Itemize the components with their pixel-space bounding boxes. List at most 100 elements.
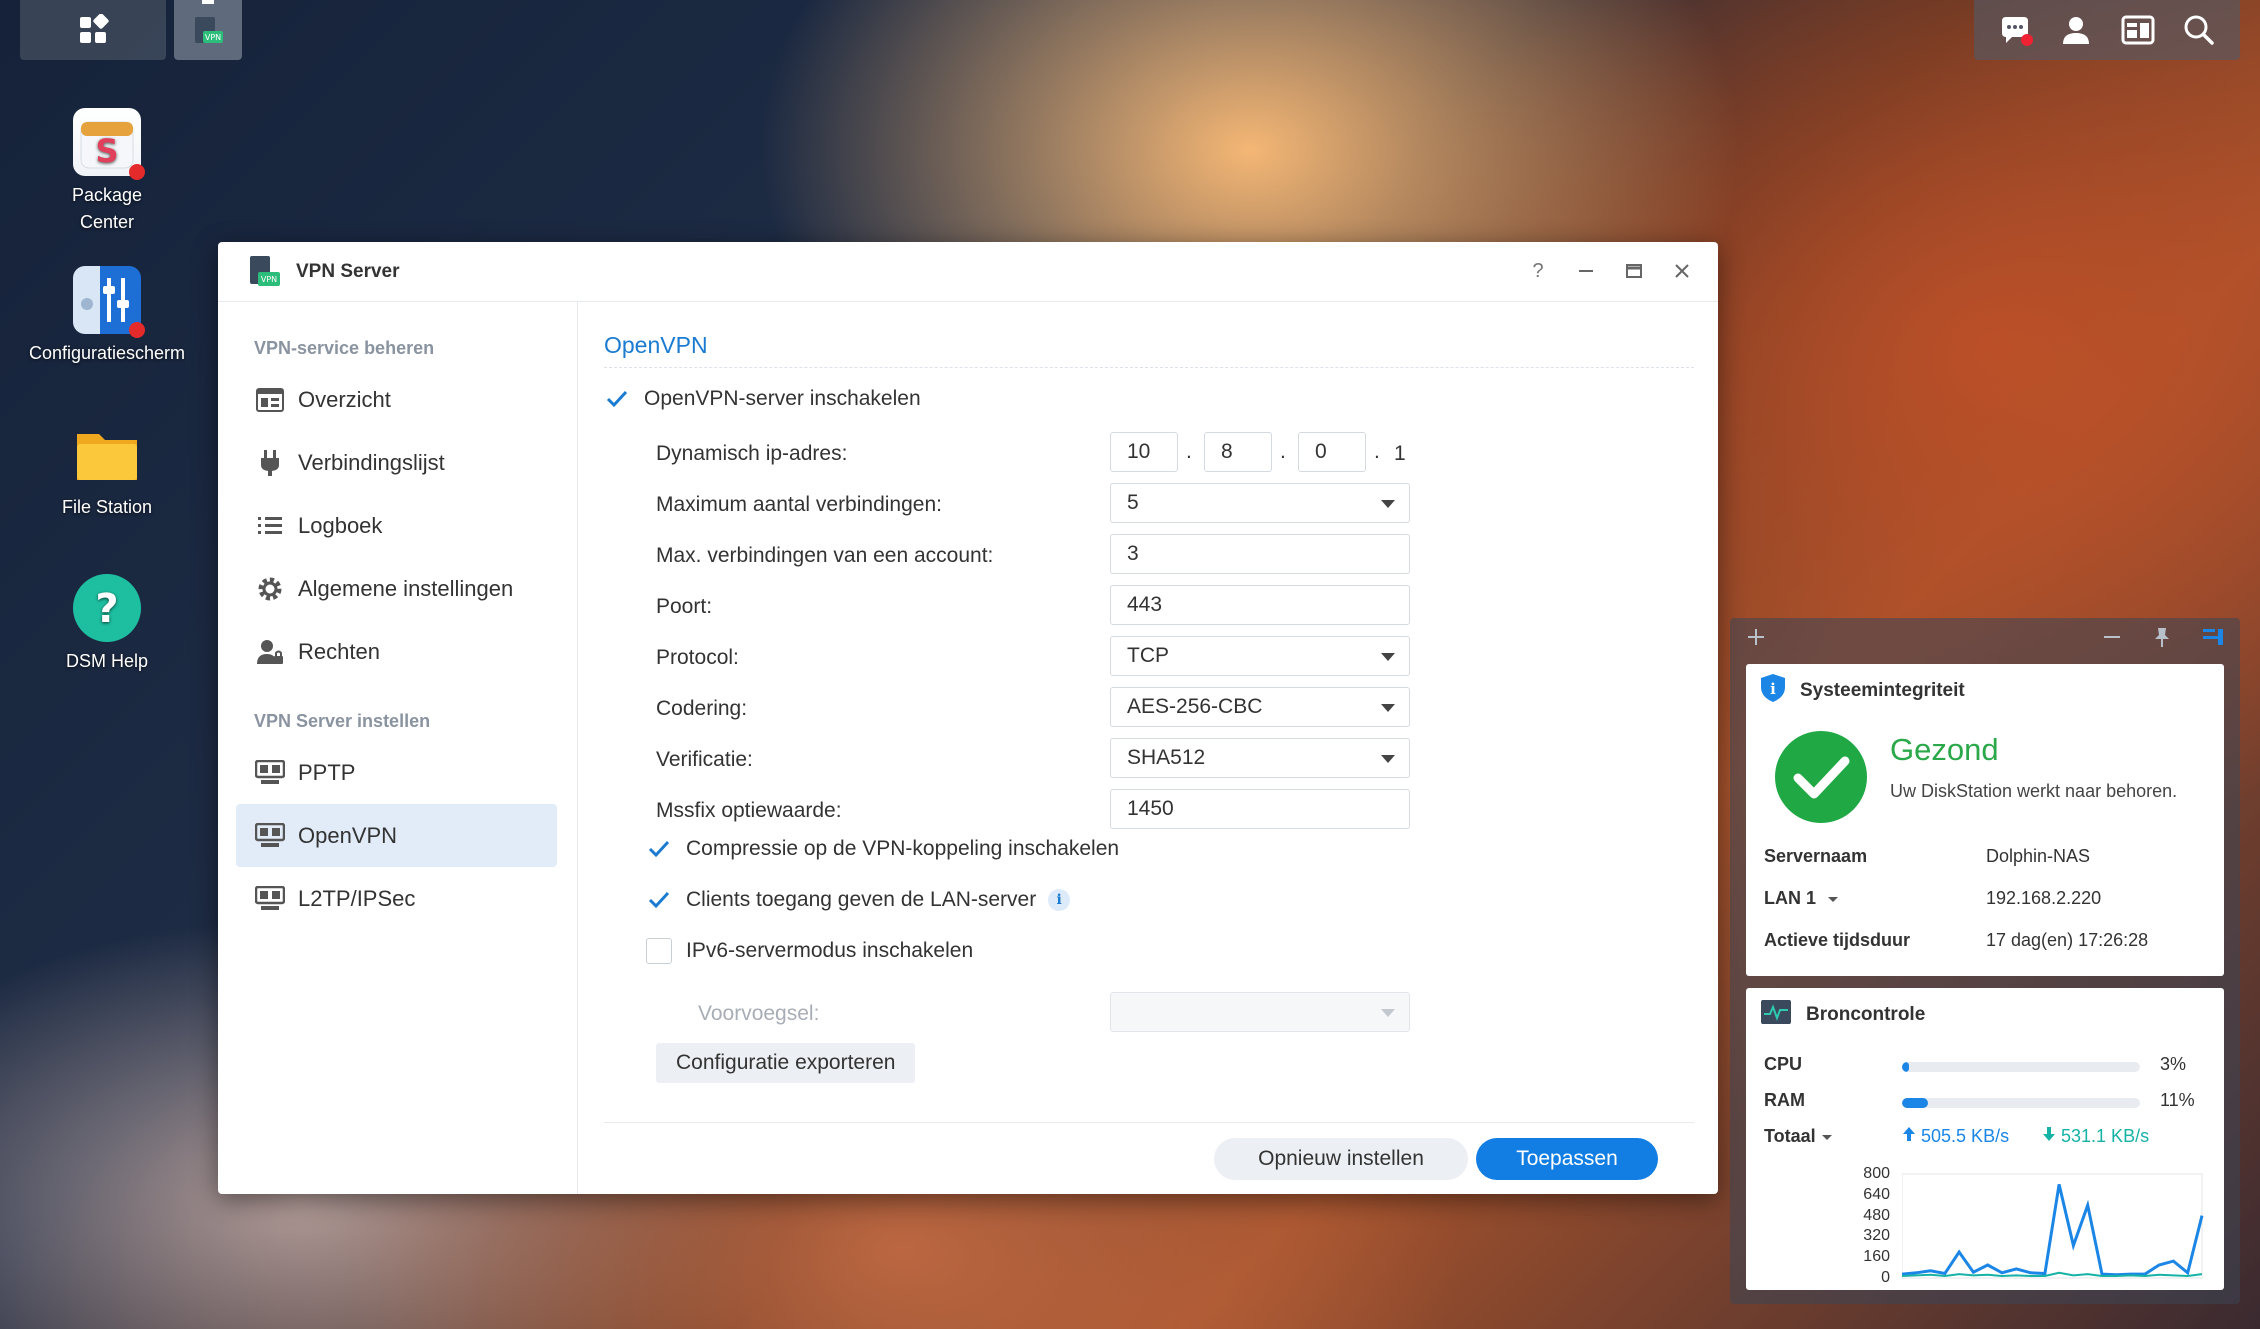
desktop-configuratiescherm[interactable]: Configuratiescherm [0, 266, 214, 367]
encoding-label: Codering: [656, 697, 748, 720]
maximize-button[interactable] [1622, 256, 1646, 286]
lan-access-checkbox[interactable] [646, 887, 672, 913]
sidebar-item-verbindingslijst[interactable]: Verbindingslijst [236, 431, 557, 494]
uptime-row: Actieve tijdsduur 17 dag(en) 17:26:28 [1764, 930, 2148, 951]
apply-button[interactable]: Toepassen [1476, 1138, 1658, 1180]
enable-openvpn-row[interactable]: OpenVPN-server inschakelen [604, 386, 921, 412]
taskbar-vpn-server-button[interactable]: VPN [174, 0, 242, 60]
package-center-icon: S [73, 108, 145, 180]
minimize-icon [2104, 636, 2120, 638]
gear-icon [254, 573, 286, 605]
info-shield-icon: i [1760, 673, 1786, 709]
sidebar-item-openvpn[interactable]: OpenVPN [236, 804, 557, 867]
plug-icon [254, 447, 286, 479]
overview-icon [254, 384, 286, 416]
sidebar-item-algemene-instellingen[interactable]: Algemene instellingen [236, 557, 557, 620]
upload-series-line [1902, 1184, 2204, 1277]
compression-row[interactable]: Compressie op de VPN-koppeling inschakel… [646, 836, 1119, 862]
mssfix-input[interactable]: 1450 [1110, 789, 1410, 829]
widget-layout-button[interactable] [2202, 627, 2224, 653]
desktop-package-center[interactable]: S Package Center [0, 108, 214, 236]
window-footer: Opnieuw instellen Toepassen [604, 1122, 1694, 1194]
lan-ip-value: 192.168.2.220 [1986, 888, 2102, 908]
widget-panel-header [1730, 618, 2240, 662]
minimize-widgets-button[interactable] [2102, 627, 2122, 653]
max-connections-select[interactable]: 5 [1110, 483, 1410, 523]
close-icon [1675, 264, 1689, 278]
caret-down-icon [1821, 1135, 1832, 1140]
desktop-file-station[interactable]: File Station [0, 420, 214, 521]
y-tick-label: 640 [1863, 1185, 1890, 1203]
sidebar-item-l2tp-ipsec[interactable]: L2TP/IPSec [236, 867, 557, 930]
svg-text:?: ? [95, 586, 118, 632]
network-icon [254, 820, 286, 852]
folder-icon [73, 420, 141, 488]
reset-button[interactable]: Opnieuw instellen [1214, 1138, 1468, 1180]
lan-access-row[interactable]: Clients toegang geven de LAN-server i [646, 887, 1071, 913]
main-menu-button[interactable] [20, 0, 166, 60]
svg-text:VPN: VPN [205, 33, 221, 42]
ipv6-row[interactable]: IPv6-servermodus inschakelen [646, 938, 973, 964]
encoding-select[interactable]: AES-256-CBC [1110, 687, 1410, 727]
ram-bar [1902, 1098, 2140, 1108]
port-input[interactable]: 443 [1110, 585, 1410, 625]
close-button[interactable] [1670, 256, 1694, 286]
layout-icon [2203, 629, 2223, 645]
system-health-widget: i Systeemintegriteit Gezond Uw DiskStati… [1746, 664, 2224, 976]
sidebar-item-label: Verbindingslijst [298, 449, 445, 475]
search-button[interactable] [2181, 12, 2217, 48]
protocol-select[interactable]: TCP [1110, 636, 1410, 676]
user-icon [2063, 17, 2090, 44]
add-widget-button[interactable] [1746, 627, 1766, 653]
sidebar-section-setup: VPN Server instellen [254, 711, 431, 731]
enable-openvpn-checkbox[interactable] [604, 386, 630, 412]
sidebar-item-overzicht[interactable]: Overzicht [236, 368, 557, 431]
pin-widgets-button[interactable] [2152, 626, 2172, 654]
help-button[interactable]: ? [1526, 256, 1550, 286]
pin-icon [2155, 628, 2169, 647]
search-icon [2184, 15, 2214, 45]
ip-octet-3-input[interactable]: 0 [1298, 432, 1366, 472]
window-header[interactable]: VPN VPN Server [218, 242, 1718, 302]
sidebar-item-logboek[interactable]: Logboek [236, 494, 557, 557]
y-tick-label: 160 [1863, 1248, 1890, 1266]
y-tick-label: 0 [1881, 1269, 1890, 1286]
total-selector[interactable]: Totaal [1764, 1126, 1833, 1147]
widget-panel: i Systeemintegriteit Gezond Uw DiskStati… [1730, 618, 2240, 1304]
notifications-button[interactable] [1997, 12, 2033, 48]
compression-checkbox[interactable] [646, 836, 672, 862]
checkmark-icon [606, 390, 628, 408]
lan-row[interactable]: LAN 1 192.168.2.220 [1764, 888, 2101, 909]
ip-octet-2-input[interactable]: 8 [1204, 432, 1272, 472]
desktop-dsm-help[interactable]: ? DSM Help [0, 574, 214, 675]
prefix-label: Voorvoegsel: [698, 1002, 820, 1025]
user-button[interactable] [2058, 12, 2094, 48]
health-title-text: Systeemintegriteit [1800, 680, 1965, 701]
max-connections-label: Maximum aantal verbindingen: [656, 493, 942, 516]
compression-label: Compressie op de VPN-koppeling inschakel… [686, 837, 1120, 860]
widget-panel-icon [2121, 15, 2155, 45]
server-name-row: Servernaam Dolphin-NAS [1764, 846, 2090, 867]
window-title: VPN Server [296, 260, 400, 282]
taskbar-left: VPN [20, 0, 250, 60]
health-status: Gezond [1890, 732, 1999, 767]
y-tick-label: 320 [1863, 1227, 1890, 1245]
uptime-value: 17 dag(en) 17:26:28 [1986, 930, 2149, 950]
window-controls: ? [1526, 256, 1694, 286]
cpu-bar-fill [1902, 1062, 1910, 1072]
info-icon[interactable]: i [1048, 889, 1071, 911]
max-account-connections-input[interactable]: 3 [1110, 534, 1410, 574]
desktop-icon-label: DSM Help [65, 651, 149, 671]
verification-select[interactable]: SHA512 [1110, 738, 1410, 778]
sidebar-item-label: Rechten [298, 638, 380, 664]
ram-percent: 11% [2160, 1090, 2195, 1110]
minimize-button[interactable] [1574, 256, 1598, 286]
export-config-button[interactable]: Configuratie exporteren [656, 1043, 916, 1083]
widgets-button[interactable] [2120, 12, 2156, 48]
sidebar-item-rechten[interactable]: Rechten [236, 620, 557, 683]
notification-dot [2020, 34, 2033, 46]
cpu-percent: 3% [2160, 1054, 2187, 1074]
sidebar-item-pptp[interactable]: PPTP [236, 741, 557, 804]
ipv6-checkbox[interactable] [646, 938, 672, 964]
ip-octet-1-input[interactable]: 10 [1110, 432, 1178, 472]
